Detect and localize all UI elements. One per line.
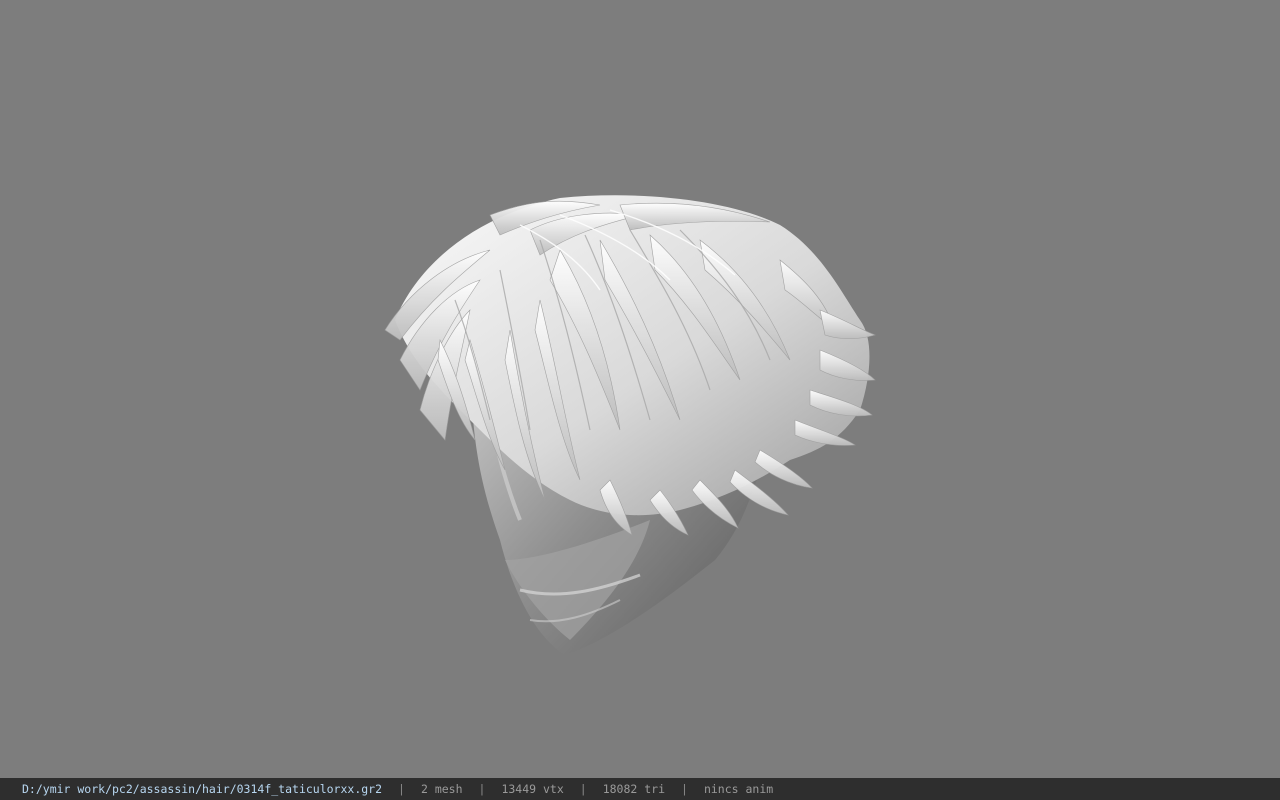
status-bar: D:/ymir work/pc2/assassin/hair/0314f_tat… [0,778,1280,800]
mesh-count-label: 2 mesh [420,782,463,796]
animation-status-label: nincs anim [703,782,774,796]
model-viewport[interactable] [0,0,1280,778]
hair-model-render [384,195,876,655]
status-separator: | [478,782,486,796]
vertex-count-label: 13449 vtx [501,782,564,796]
triangle-count-label: 18082 tri [602,782,666,796]
status-separator: | [398,782,405,796]
status-separator: | [579,782,587,796]
file-path-label: D:/ymir work/pc2/assassin/hair/0314f_tat… [22,782,383,796]
status-separator: | [681,782,688,796]
